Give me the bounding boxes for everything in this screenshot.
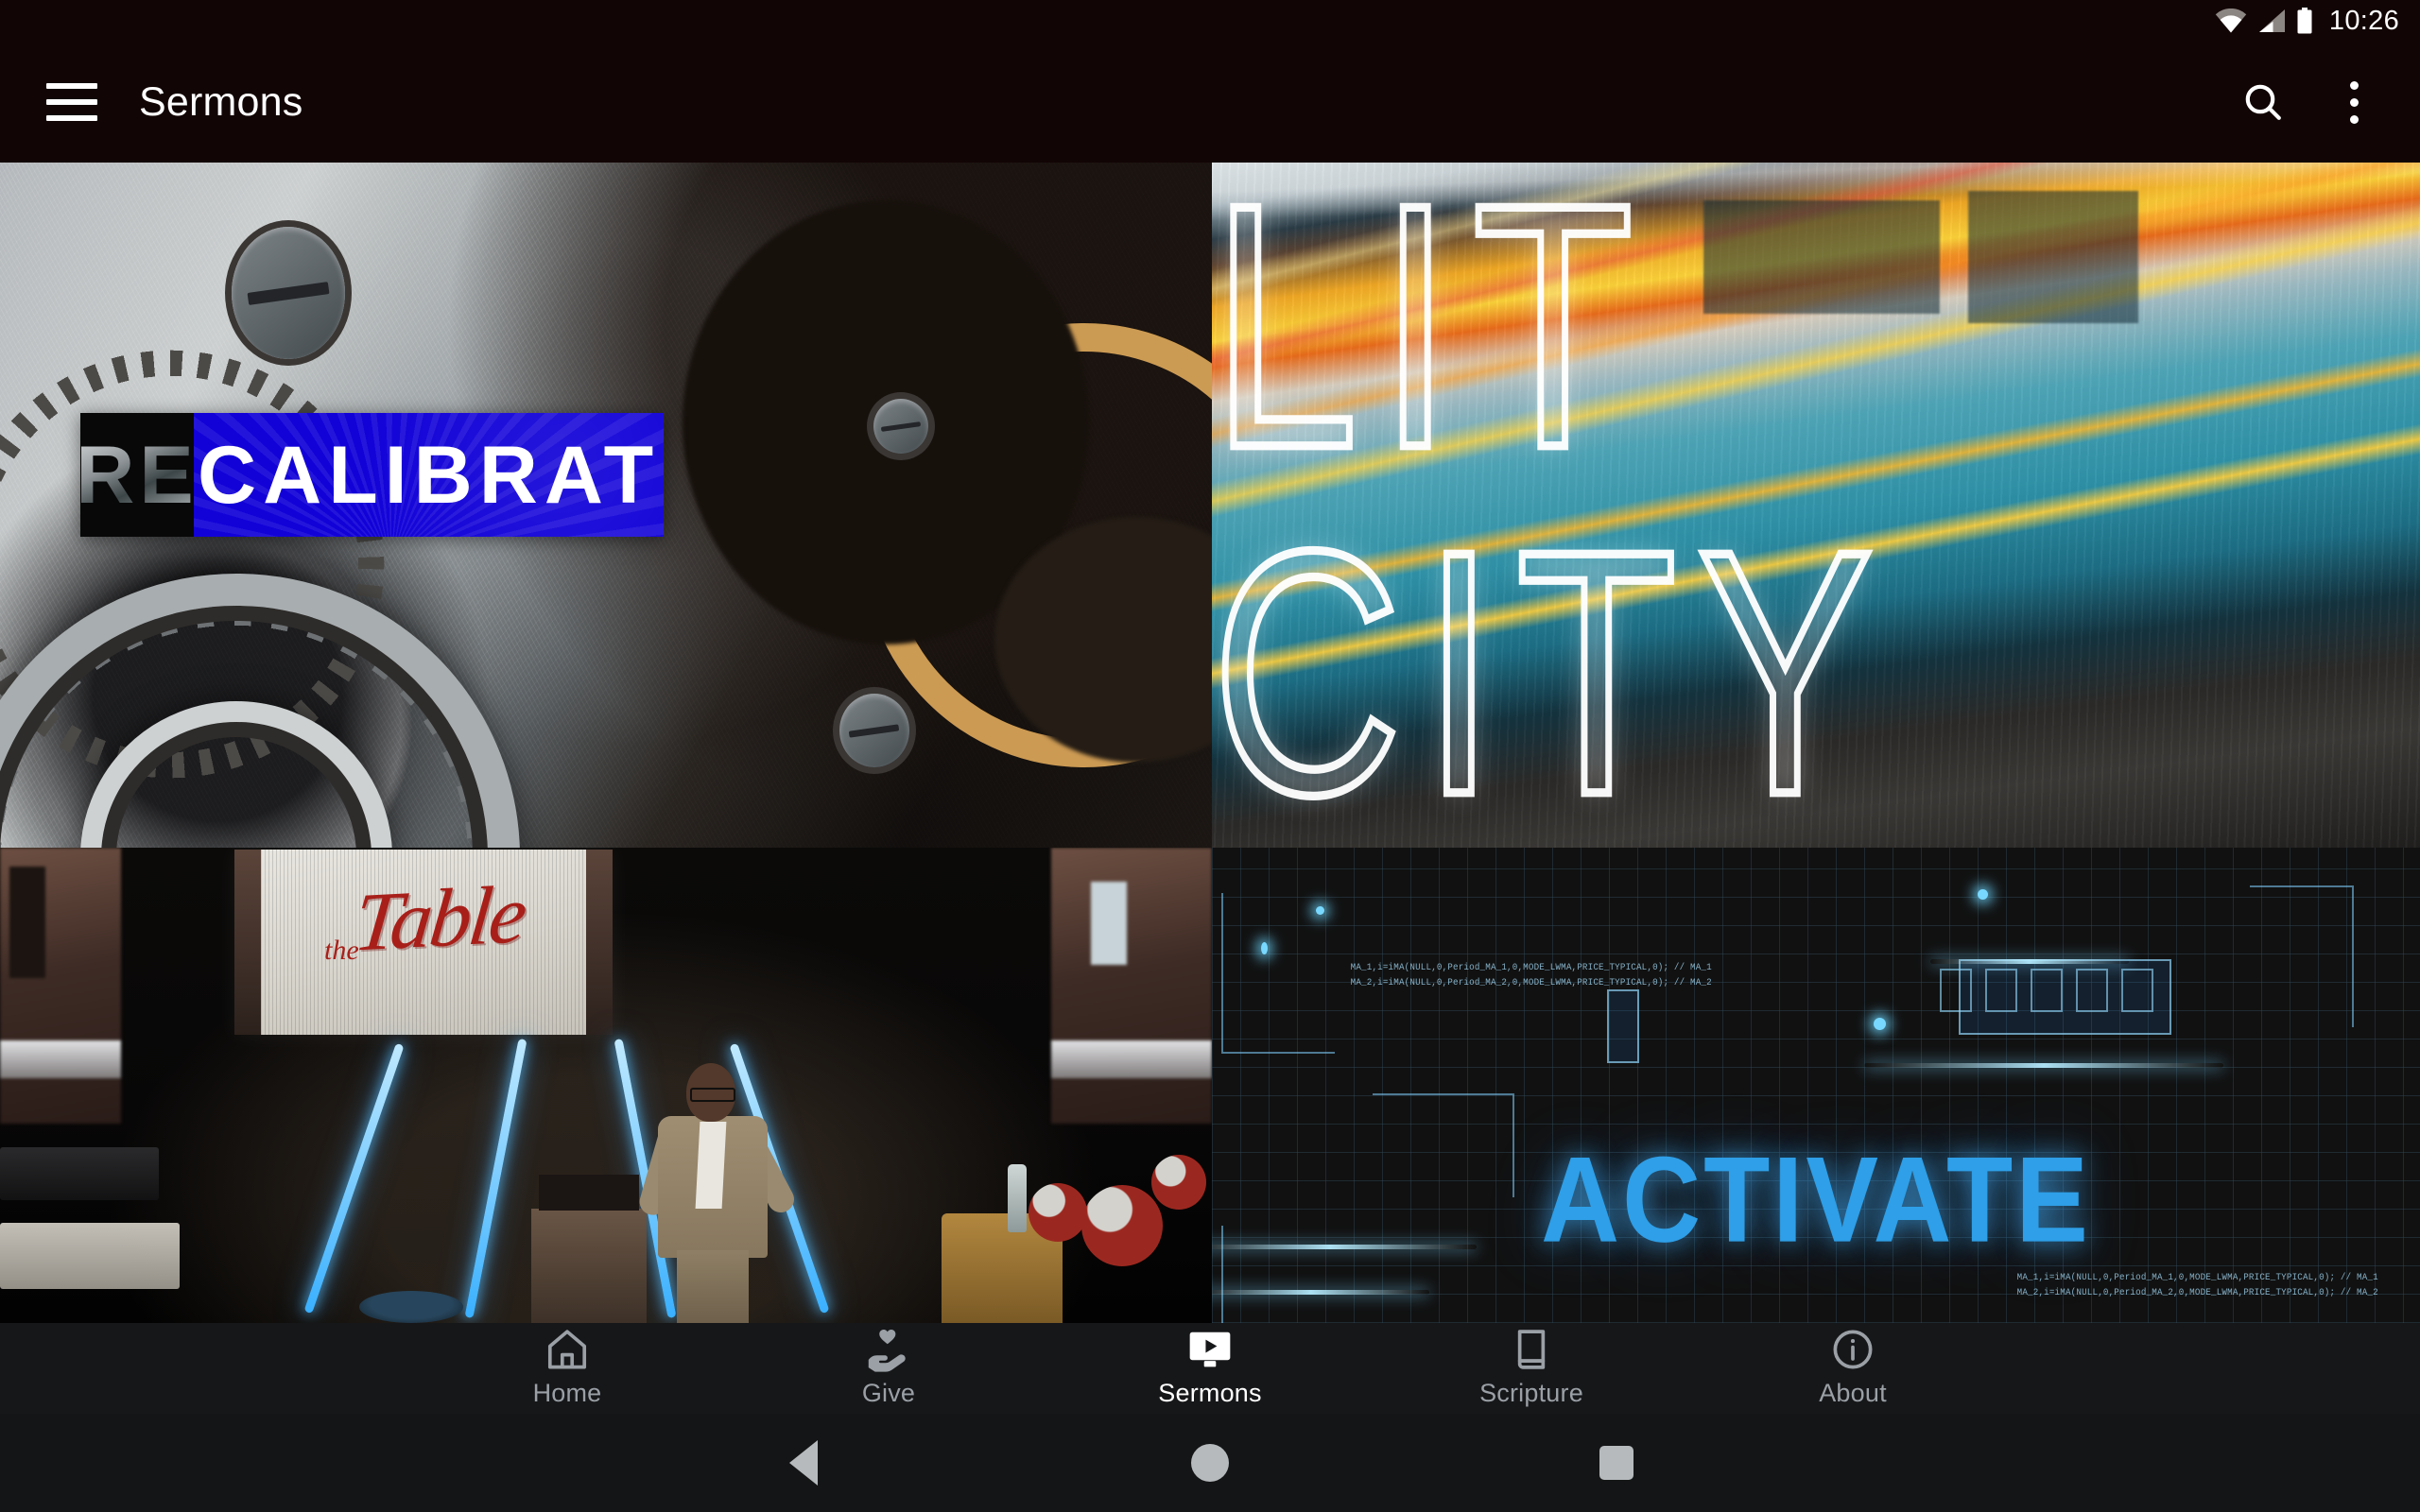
- app-bar: Sermons: [0, 42, 2420, 163]
- tab-about[interactable]: About: [1692, 1325, 2014, 1406]
- book-icon: [1517, 1330, 1546, 1369]
- home-icon: [547, 1330, 587, 1369]
- tab-scripture[interactable]: Scripture: [1371, 1325, 1692, 1406]
- cellular-signal-icon: [2258, 9, 2285, 32]
- recalibrate-title-rest-box: CALIBRATE: [194, 413, 664, 537]
- recalibrate-title-banner: RE CALIBRATE: [76, 413, 664, 537]
- monitor-play-icon: [1189, 1332, 1231, 1367]
- the-table-title: theTable: [234, 868, 613, 969]
- status-time: 10:26: [2328, 5, 2399, 36]
- tab-give-label: Give: [861, 1379, 916, 1407]
- bottom-tab-bar: Home Give Sermons Scripture About: [0, 1323, 2420, 1414]
- stage-screen: theTable: [234, 850, 613, 1035]
- overflow-menu-button[interactable]: [2308, 57, 2399, 147]
- nav-home-button[interactable]: [1158, 1429, 1262, 1497]
- recalibrate-title-prefix: RE: [76, 429, 199, 521]
- speaker-head: [686, 1063, 735, 1122]
- light-beam-decor: [1212, 1290, 1429, 1295]
- activate-code-line-2: MA_2,i=iMA(NULL,0,Period_MA_2,0,MODE_LWM…: [1350, 978, 1712, 988]
- home-circle-icon: [1191, 1444, 1229, 1482]
- status-bar: 10:26: [0, 0, 2420, 42]
- keyboard-decor: [0, 1223, 180, 1289]
- circuit-trace-decor: [1221, 893, 1335, 1054]
- hamburger-menu-icon[interactable]: [26, 83, 117, 121]
- light-beam-decor: [1930, 959, 2129, 964]
- circuit-trace-decor: [2250, 885, 2354, 1027]
- tab-home-label: Home: [532, 1379, 602, 1407]
- chip-decor: [1607, 989, 1639, 1063]
- glow-dot-decor: [1316, 906, 1324, 915]
- nav-back-button[interactable]: [752, 1429, 856, 1497]
- more-vertical-icon: [2349, 80, 2359, 124]
- wifi-icon: [2215, 9, 2247, 33]
- drum-decor: [1081, 1185, 1163, 1266]
- sermon-card-lit-city[interactable]: LIT CITY: [1212, 163, 2420, 848]
- side-screen-decor: [0, 848, 121, 1124]
- tab-about-label: About: [1819, 1379, 1887, 1407]
- drum-decor: [1028, 1183, 1087, 1242]
- podium-decor: [531, 1175, 647, 1323]
- the-table-title-script: Table: [349, 868, 528, 970]
- drum-decor: [1151, 1155, 1206, 1210]
- activate-code-line-3: MA_1,i=iMA(NULL,0,Period_MA_1,0,MODE_LWM…: [2016, 1273, 2378, 1283]
- glow-dot-decor: [1874, 1018, 1886, 1030]
- stool-decor: [359, 1291, 463, 1323]
- tab-sermons-label: Sermons: [1158, 1379, 1262, 1407]
- keyboard-decor: [0, 1147, 159, 1200]
- hand-heart-icon: [868, 1329, 906, 1372]
- activate-title: ACTIVATE: [1541, 1132, 2091, 1268]
- tab-give[interactable]: Give: [728, 1325, 1049, 1406]
- side-screen-decor: [1051, 848, 1212, 1124]
- search-icon: [2245, 84, 2281, 120]
- sermon-card-the-table[interactable]: theTable: [0, 848, 1212, 1323]
- nav-recents-button[interactable]: [1564, 1429, 1668, 1497]
- page-title: Sermons: [139, 78, 303, 125]
- glow-dot-decor: [1978, 889, 1988, 900]
- tab-scripture-label: Scripture: [1479, 1379, 1583, 1407]
- back-triangle-icon: [789, 1440, 818, 1486]
- speaker-legs: [677, 1250, 749, 1323]
- lit-city-title: LIT CITY: [1212, 163, 1894, 848]
- tab-home[interactable]: Home: [406, 1325, 728, 1406]
- android-nav-bar: [0, 1414, 2420, 1512]
- screw-decor: [232, 227, 345, 359]
- sermon-card-recalibrate[interactable]: RE CALIBRATE: [0, 163, 1212, 848]
- search-button[interactable]: [2218, 57, 2308, 147]
- screw-decor: [839, 694, 909, 767]
- activate-code-line-4: MA_2,i=iMA(NULL,0,Period_MA_2,0,MODE_LWM…: [2016, 1288, 2378, 1298]
- screw-decor: [873, 399, 928, 454]
- light-beam-decor: [1864, 1063, 2223, 1068]
- chip-row-decor: [1940, 969, 2153, 1012]
- speaker-figure: [631, 1063, 802, 1323]
- sermon-card-activate[interactable]: MA_1,i=iMA(NULL,0,Period_MA_1,0,MODE_LWM…: [1212, 848, 2420, 1323]
- bottle-decor: [1008, 1164, 1027, 1232]
- activate-code-line-1: MA_1,i=iMA(NULL,0,Period_MA_1,0,MODE_LWM…: [1350, 963, 1712, 973]
- recents-square-icon: [1599, 1446, 1634, 1480]
- speaker-shirt: [695, 1122, 727, 1209]
- recalibrate-title-rest: CALIBRATE: [198, 429, 664, 521]
- battery-icon: [2297, 8, 2312, 34]
- app-root: 10:26 Sermons RE CALIBRAT LIT CITY theTa…: [0, 0, 2420, 1512]
- sermon-grid: RE CALIBRATE LIT CITY theTable: [0, 163, 2420, 1323]
- glow-dot-decor: [1261, 942, 1268, 954]
- info-circle-icon: [1833, 1330, 1873, 1369]
- tab-sermons[interactable]: Sermons: [1049, 1325, 1371, 1406]
- recalibrate-title-prefix-box: RE: [76, 413, 194, 537]
